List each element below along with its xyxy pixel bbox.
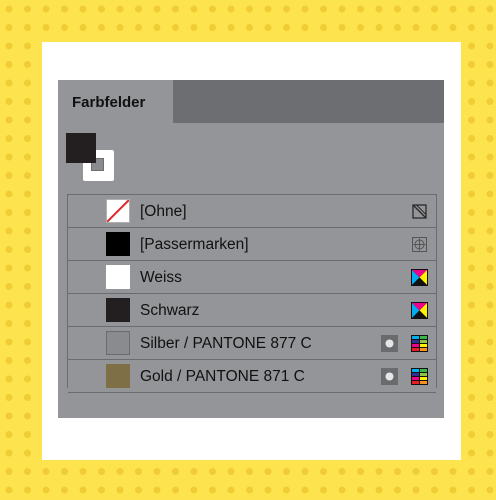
color-model-icon [411,368,428,385]
color-model-icon [411,335,428,352]
swatch-label: [Passermarken] [140,236,249,253]
swatch-row-schwarz[interactable]: Schwarz [68,294,436,327]
no-edit-icon [411,203,428,220]
swatches-panel: Farbfelder [Ohne] [Passermarken] Weiss S… [58,80,444,418]
swatch-chip-gold [106,364,130,388]
spot-color-icon [381,335,398,352]
swatch-row-ohne[interactable]: [Ohne] [68,195,436,228]
page: { "panel": { "tab_title": "Farbfelder" }… [0,0,496,500]
process-color-icon [411,269,428,286]
swatch-row-passermarken[interactable]: [Passermarken] [68,228,436,261]
swatch-label: Weiss [140,269,182,286]
panel-tab-bar: Farbfelder [58,80,444,123]
swatch-chip-silver [106,331,130,355]
swatch-chip-white [106,265,130,289]
tab-farbfelder[interactable]: Farbfelder [58,80,173,123]
swatch-list: [Ohne] [Passermarken] Weiss Schwarz Silb… [67,194,437,393]
swatch-chip-black [106,298,130,322]
fill-stroke-widget[interactable] [66,133,116,183]
process-color-icon [411,302,428,319]
fill-swatch[interactable] [66,133,96,163]
swatch-label: Silber / PANTONE 877 C [140,335,312,352]
swatch-row-silber[interactable]: Silber / PANTONE 877 C [68,327,436,360]
swatch-label: [Ohne] [140,203,187,220]
swatch-label: Gold / PANTONE 871 C [140,368,305,385]
registration-icon [411,236,428,253]
swatch-row-weiss[interactable]: Weiss [68,261,436,294]
swatch-row-gold[interactable]: Gold / PANTONE 871 C [68,360,436,393]
swatch-label: Schwarz [140,302,200,319]
swatch-chip-none [106,199,130,223]
spot-color-icon [381,368,398,385]
swatch-chip-registration [106,232,130,256]
